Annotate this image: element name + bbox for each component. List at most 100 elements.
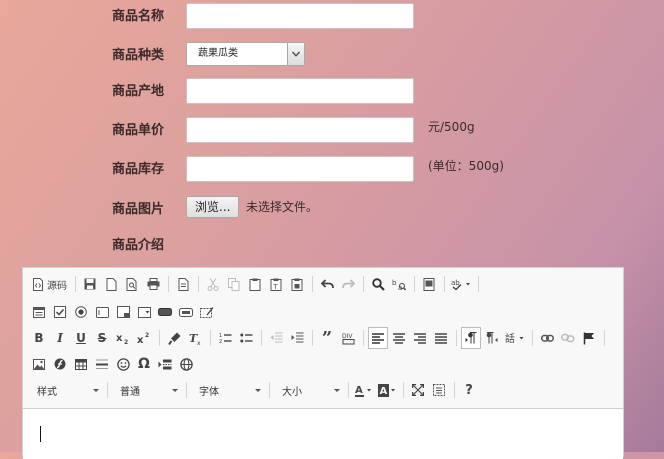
text-cursor (40, 426, 41, 442)
image-icon[interactable] (29, 353, 49, 375)
price-label: 商品单价 (112, 123, 165, 138)
button-icon[interactable] (155, 301, 175, 323)
editor-content-area[interactable] (23, 408, 623, 459)
find-icon[interactable] (368, 273, 388, 295)
toolbar-separator (604, 330, 605, 346)
copy-format-icon[interactable] (164, 327, 184, 349)
stock-input[interactable] (186, 156, 414, 182)
form-icon[interactable] (29, 301, 49, 323)
select-all-icon[interactable] (419, 273, 439, 295)
text-ltr-icon[interactable] (461, 327, 481, 349)
preview-icon[interactable] (122, 273, 142, 295)
paste-icon[interactable] (245, 273, 265, 295)
blockquote-icon[interactable]: ” (317, 327, 337, 349)
maximize-icon[interactable] (408, 379, 428, 401)
decrease-indent-icon[interactable] (266, 327, 286, 349)
toolbar-separator (159, 330, 160, 346)
print-icon[interactable] (143, 273, 163, 295)
cut-icon[interactable] (203, 273, 223, 295)
undo-icon[interactable] (317, 273, 337, 295)
unlink-icon[interactable] (558, 327, 578, 349)
chevron-down-icon (334, 388, 340, 392)
name-input[interactable] (186, 3, 414, 29)
create-div-icon[interactable]: DIV (338, 327, 358, 349)
subscript-icon[interactable]: x2 (113, 327, 133, 349)
origin-row: 商品产地 (0, 78, 664, 106)
text-field-icon[interactable] (92, 301, 112, 323)
toolbar-separator (210, 330, 211, 346)
link-icon[interactable] (537, 327, 557, 349)
language-icon[interactable]: 話 (503, 327, 527, 349)
category-select[interactable]: 蔬果瓜类 (186, 42, 305, 66)
browse-button[interactable]: 浏览... (186, 196, 240, 218)
align-right-icon[interactable] (410, 327, 430, 349)
iframe-globe-icon[interactable] (176, 353, 196, 375)
special-char-icon[interactable]: Ω (134, 353, 154, 375)
replace-icon[interactable]: ba (389, 273, 409, 295)
paste-text-icon[interactable]: T (266, 273, 286, 295)
toolbar-separator (444, 276, 445, 292)
chevron-down-icon (255, 388, 261, 392)
source-button[interactable]: 源码 (29, 273, 70, 295)
copy-icon[interactable] (224, 273, 244, 295)
radio-icon[interactable] (71, 301, 91, 323)
save-icon[interactable] (80, 273, 100, 295)
italic-icon[interactable]: I (50, 327, 70, 349)
spellcheck-icon[interactable]: ab (449, 273, 473, 295)
category-selected-value: 蔬果瓜类 (198, 48, 238, 59)
toolbar-row-4: Ω (29, 351, 197, 377)
help-icon[interactable]: ? (459, 379, 479, 401)
align-left-icon[interactable] (368, 327, 388, 349)
page-break-icon[interactable] (155, 353, 175, 375)
text-rtl-icon[interactable] (482, 327, 502, 349)
anchor-flag-icon[interactable] (579, 327, 599, 349)
checkbox-icon[interactable] (50, 301, 70, 323)
style-dropdown[interactable]: 样式 (29, 380, 103, 400)
flash-icon[interactable] (50, 353, 70, 375)
increase-indent-icon[interactable] (287, 327, 307, 349)
svg-text:DIV: DIV (342, 333, 353, 340)
smiley-icon[interactable] (113, 353, 133, 375)
new-page-icon[interactable] (101, 273, 121, 295)
origin-label: 商品产地 (112, 84, 165, 99)
textarea-icon[interactable] (113, 301, 133, 323)
numbered-list-icon[interactable]: 12 (215, 327, 235, 349)
image-label: 商品图片 (112, 202, 165, 217)
format-dropdown[interactable]: 普通 (112, 380, 182, 400)
hidden-field-icon[interactable] (197, 301, 217, 323)
table-icon[interactable] (71, 353, 91, 375)
svg-text:T: T (273, 283, 279, 291)
price-unit: 元/500g (428, 120, 475, 134)
background-color-icon[interactable]: A (376, 379, 398, 401)
show-blocks-icon[interactable] (429, 379, 449, 401)
align-justify-icon[interactable] (431, 327, 451, 349)
remove-format-icon[interactable]: Tx (185, 327, 205, 349)
stock-row: 商品库存 (单位：500g) (0, 156, 664, 184)
category-label: 商品种类 (112, 48, 165, 63)
font-dropdown[interactable]: 字体 (191, 380, 265, 400)
templates-icon[interactable] (173, 273, 193, 295)
paste-word-icon[interactable] (287, 273, 307, 295)
underline-icon[interactable]: U (71, 327, 91, 349)
superscript-icon[interactable]: x2 (134, 327, 154, 349)
toolbar-separator (198, 276, 199, 292)
price-input[interactable] (186, 117, 414, 143)
horizontal-line-icon[interactable] (92, 353, 112, 375)
select-field-icon[interactable] (134, 301, 154, 323)
bulleted-list-icon[interactable] (236, 327, 256, 349)
text-color-icon[interactable]: A (353, 379, 375, 401)
toolbar-separator (312, 330, 313, 346)
bold-icon[interactable]: B (29, 327, 49, 349)
chevron-down-icon[interactable] (287, 43, 304, 65)
category-row: 商品种类 蔬果瓜类 (0, 42, 664, 70)
image-button-icon[interactable] (176, 301, 196, 323)
toolbar-row-5: 样式 普通 字体 大小 A A ? (29, 377, 480, 403)
toolbar-separator (414, 276, 415, 292)
redo-icon[interactable] (338, 273, 358, 295)
source-icon (33, 277, 43, 291)
name-label: 商品名称 (112, 9, 165, 24)
align-center-icon[interactable] (389, 327, 409, 349)
strike-icon[interactable]: S (92, 327, 112, 349)
size-dropdown[interactable]: 大小 (274, 380, 344, 400)
origin-input[interactable] (186, 78, 414, 104)
